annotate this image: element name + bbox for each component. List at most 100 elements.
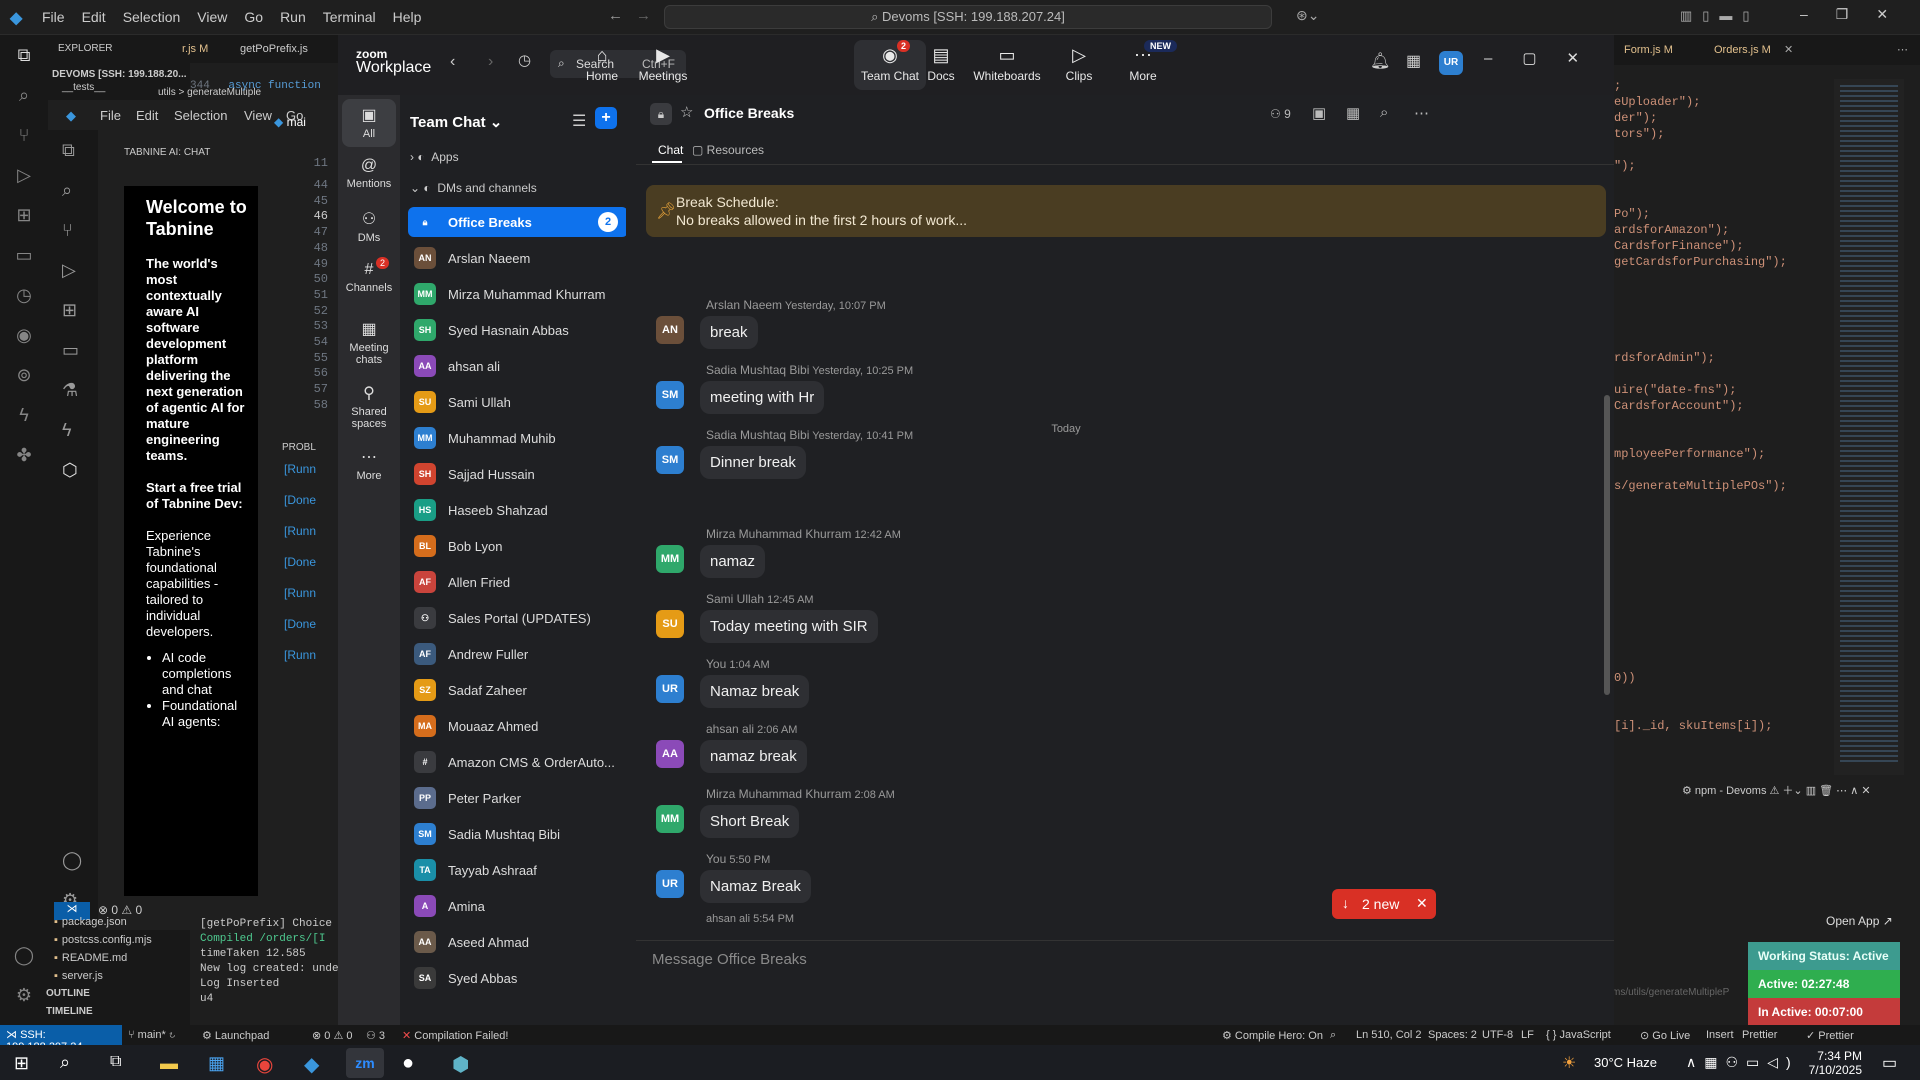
channel-row[interactable]: SM Sadia Mushtaq Bibi xyxy=(408,819,628,849)
rail-more[interactable]: ⋯ More xyxy=(342,447,396,482)
menu-go[interactable]: Go xyxy=(244,9,263,25)
zoom-status-icon[interactable]: ⌕ xyxy=(1330,1029,1336,1042)
sender-name[interactable]: Mirza Muhammad Khurram xyxy=(706,527,851,541)
star-icon[interactable]: ☆ xyxy=(680,103,693,121)
explorer-folder-tests[interactable]: __tests__ xyxy=(62,82,105,93)
sender-name[interactable]: Arslan Naeem xyxy=(706,298,782,312)
rail-dms[interactable]: ⚇ DMs xyxy=(342,209,396,244)
channel-row[interactable]: BL Bob Lyon xyxy=(408,531,628,561)
chat-scrollbar[interactable] xyxy=(1604,395,1610,695)
video-call-icon[interactable]: ▣ xyxy=(1312,104,1326,122)
inner-lightning-icon[interactable]: ϟ xyxy=(62,420,72,441)
editor-tab[interactable]: getPoPrefix.js xyxy=(240,43,308,55)
sender-name[interactable]: Mirza Muhammad Khurram xyxy=(706,787,851,801)
message-bubble[interactable]: Short Break xyxy=(700,805,800,838)
sender-avatar[interactable]: MM xyxy=(656,545,684,573)
store-icon[interactable]: ▦ xyxy=(208,1053,225,1074)
sender-avatar[interactable]: SM xyxy=(656,381,684,409)
pinned-message-banner[interactable]: 📌︎ Break Schedule: No breaks allowed in … xyxy=(646,185,1606,237)
inner-menu-file[interactable]: File xyxy=(100,108,121,123)
apps-section[interactable]: › ◐ Apps xyxy=(410,150,459,164)
source-control-icon[interactable]: ⑂ xyxy=(12,125,36,149)
sender-avatar[interactable]: UR xyxy=(656,675,684,703)
message-bubble[interactable]: namaz xyxy=(700,545,766,578)
close-tab-icon[interactable]: ✕ xyxy=(1784,43,1793,56)
tab-chat[interactable]: Chat xyxy=(658,143,683,157)
message-bubble[interactable]: namaz break xyxy=(700,740,807,773)
file-explorer-icon[interactable]: ▬ xyxy=(160,1053,178,1074)
notification-bell-icon[interactable]: 🔔︎ xyxy=(1370,51,1390,71)
sender-name[interactable]: Sami Ullah xyxy=(706,592,764,606)
zoom-back-icon[interactable]: ‹ xyxy=(450,53,455,71)
message-bubble[interactable]: meeting with Hr xyxy=(700,381,825,414)
explorer-icon[interactable]: ⧉ xyxy=(12,45,36,69)
nav-more[interactable]: ⋯ More NEW xyxy=(1108,40,1178,83)
channel-row[interactable]: SZ Sadaf Zaheer xyxy=(408,675,628,705)
run-debug-icon[interactable]: ▷ xyxy=(12,165,36,189)
channel-row[interactable]: MA Mouaaz Ahmed xyxy=(408,711,628,741)
inner-tabnine-icon[interactable]: ⬡ xyxy=(62,460,78,481)
zoom-forward-icon[interactable]: › xyxy=(488,53,493,71)
file-item[interactable]: ▪ package.json xyxy=(54,916,127,928)
nav-meetings[interactable]: ▶ Meetings xyxy=(628,45,698,83)
file-item[interactable]: ▪ postcss.config.mjs xyxy=(54,934,152,946)
compile-hero-status[interactable]: ⚙ Compile Hero: On xyxy=(1222,1029,1323,1042)
problems-status[interactable]: ⊗ 0 ⚠ 0 xyxy=(312,1029,353,1042)
layout-icons[interactable]: ▥▯▬▯ xyxy=(1680,8,1760,24)
window-controls[interactable]: –❐✕ xyxy=(1800,6,1916,23)
output-run-item[interactable]: [Done xyxy=(284,555,316,569)
zoom-window-controls[interactable]: –▢✕ xyxy=(1484,49,1609,67)
file-item[interactable]: ▪ server.js xyxy=(54,970,103,982)
dismiss-pill-icon[interactable]: ✕ xyxy=(1416,895,1428,912)
inner-source-control-icon[interactable]: ⑂ xyxy=(62,220,73,241)
sender-avatar[interactable]: AN xyxy=(656,316,684,344)
sender-name[interactable]: You xyxy=(706,657,726,671)
inner-explorer-icon[interactable]: ⧉ xyxy=(62,140,75,161)
language-status[interactable]: { } JavaScript xyxy=(1546,1029,1611,1041)
file-item[interactable]: ▪ README.md xyxy=(54,952,127,964)
sender-name[interactable]: Sadia Mushtaq Bibi xyxy=(706,428,809,442)
sender-name[interactable]: You xyxy=(706,852,726,866)
output-run-item[interactable]: [Done xyxy=(284,617,316,631)
channel-row[interactable]: MM Mirza Muhammad Khurram xyxy=(408,279,628,309)
menu-help[interactable]: Help xyxy=(393,9,422,25)
inner-extensions-icon[interactable]: ⊞ xyxy=(62,300,77,321)
clock[interactable]: 7:34 PM 7/10/2025 xyxy=(1806,1049,1862,1077)
filter-icon[interactable]: ☰ xyxy=(572,111,586,131)
timeline-icon[interactable]: ◷ xyxy=(12,285,36,309)
python-icon[interactable]: ✤ xyxy=(12,445,36,469)
sender-avatar[interactable]: AA xyxy=(656,740,684,768)
ports-status[interactable]: ⚇ 3 xyxy=(366,1029,385,1042)
open-app-button[interactable]: Open App ↗ xyxy=(1826,914,1893,928)
prettier-status-2[interactable]: ✓ Prettier xyxy=(1806,1029,1854,1042)
zoom-taskbar-icon[interactable]: zm xyxy=(346,1048,384,1078)
channel-row[interactable]: AF Allen Fried xyxy=(408,567,628,597)
channel-row[interactable]: # Amazon CMS & OrderAuto... xyxy=(408,747,628,777)
new-chat-button[interactable]: + xyxy=(595,107,617,129)
output-run-item[interactable]: [Runn xyxy=(284,524,316,538)
dms-channels-section[interactable]: ⌄ ◐ DMs and channels xyxy=(410,181,537,195)
menu-selection[interactable]: Selection xyxy=(123,9,181,25)
output-run-item[interactable]: [Runn xyxy=(284,462,316,476)
chat-search-icon[interactable]: ⌕ xyxy=(1380,104,1388,121)
message-bubble[interactable]: break xyxy=(700,316,758,349)
nav-docs[interactable]: ▤ Docs xyxy=(906,45,976,83)
chat-more-icon[interactable]: ⋯ xyxy=(1414,104,1429,122)
branch-status[interactable]: ⑂ main* ↻ xyxy=(128,1029,175,1041)
task-view-icon[interactable]: ⧉ xyxy=(110,1053,121,1071)
problems-tab[interactable]: PROBL xyxy=(282,442,316,453)
prettier-status[interactable]: Prettier xyxy=(1742,1029,1777,1041)
outline-section[interactable]: OUTLINE xyxy=(46,988,90,999)
history-icon[interactable]: ◷ xyxy=(518,51,531,69)
channel-row[interactable]: A Amina xyxy=(408,891,628,921)
windows-start-icon[interactable]: ⊞ xyxy=(14,1053,29,1074)
menu-view[interactable]: View xyxy=(197,9,227,25)
timeline-section[interactable]: TIMELINE xyxy=(46,1006,93,1017)
editor-tab-form[interactable]: Form.js M xyxy=(1624,44,1673,56)
indent-status[interactable]: Spaces: 2 xyxy=(1428,1029,1477,1041)
taskbar-search-icon[interactable]: ⌕ xyxy=(60,1052,70,1073)
remote-explorer-icon[interactable]: ▭ xyxy=(12,245,36,269)
channel-row[interactable]: AN Arslan Naeem xyxy=(408,243,628,273)
output-run-item[interactable]: [Runn xyxy=(284,648,316,662)
output-run-item[interactable]: [Done xyxy=(284,493,316,507)
